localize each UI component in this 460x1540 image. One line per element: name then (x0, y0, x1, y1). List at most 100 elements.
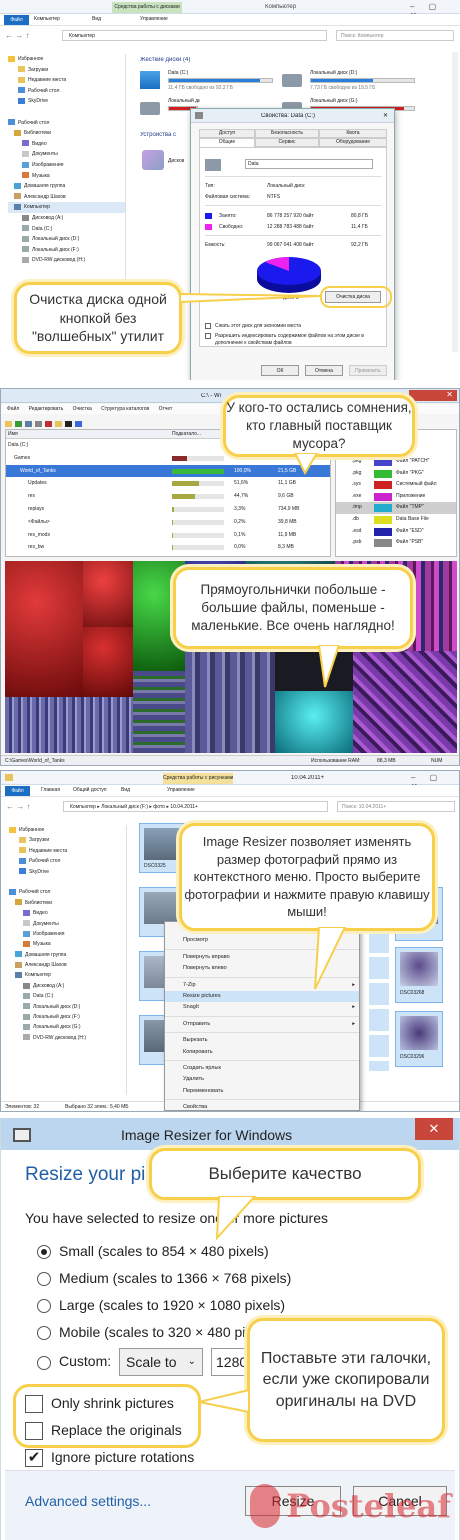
search-input[interactable]: Поиск: 10.04.2011+ (337, 801, 455, 812)
tab-view[interactable]: Вид (121, 787, 130, 793)
nav-item[interactable]: Библиотеки (8, 128, 125, 139)
drive-name-input[interactable]: Data (245, 159, 373, 169)
menu-report[interactable]: Отчет (159, 406, 173, 412)
drive-tile-c[interactable]: Data (C:) 11,4 ГБ свободно из 92,2 ГБ (140, 69, 280, 93)
nav-item[interactable]: Домашняя группа (8, 181, 125, 192)
nav-item[interactable]: Дисковод (A:) (9, 981, 126, 991)
radio-medium[interactable] (37, 1272, 51, 1287)
window-controls[interactable]: ✕ (409, 390, 457, 401)
group-header-devices[interactable]: Устройства с (140, 132, 176, 138)
tab-file[interactable]: Файл (5, 786, 30, 796)
size-medium[interactable]: Medium (scales to 1366 × 768 pixels) (37, 1265, 337, 1292)
ribbon-context-tab[interactable]: Средства работы с дисками (112, 2, 182, 13)
tree-row[interactable]: res_mods 0,1% 11,9 MB (6, 529, 330, 542)
menu-tree[interactable]: Структура каталогов (101, 406, 149, 412)
menu-item[interactable]: Переименовать (165, 1086, 359, 1097)
size-small[interactable]: Small (scales to 854 × 480 pixels) (37, 1238, 337, 1265)
legend-row[interactable]: .tmp Файл "TMP" (336, 502, 456, 514)
col-subtree[interactable]: Подкатало... (172, 431, 201, 437)
nav-item[interactable]: Компьютер (9, 970, 126, 980)
crumb[interactable]: Локальный диск (F:) (101, 804, 148, 810)
ok-button[interactable]: ОК (261, 365, 299, 376)
advanced-settings-link[interactable]: Advanced settings... (25, 1493, 151, 1509)
nav-item[interactable]: Рабочий стол (8, 86, 125, 97)
ribbon-context-tab[interactable]: Средства работы с рисунками (163, 773, 233, 784)
delete-icon[interactable] (45, 420, 52, 427)
nav-item[interactable]: Библиотеки (9, 898, 126, 908)
nav-item[interactable]: Рабочий стол (9, 856, 126, 866)
tree-row[interactable]: <Файлы> 0,2% 39,8 MB (6, 516, 330, 529)
nav-item[interactable]: Избранное (9, 825, 126, 835)
menu-cleanup[interactable]: Очистка (73, 406, 92, 412)
radio-small[interactable] (37, 1245, 51, 1260)
help-icon[interactable] (75, 420, 82, 427)
copy-icon[interactable] (35, 420, 42, 427)
nav-buttons[interactable]: ← → ↑ (6, 802, 30, 811)
nav-item[interactable]: Избранное (8, 54, 125, 65)
nav-item[interactable]: DVD-RW дисковод (H:) (9, 1033, 126, 1043)
thumb[interactable]: DSC03268 (395, 947, 443, 1003)
nav-item[interactable]: Музыка (9, 939, 126, 949)
legend-row[interactable]: .esd Файл "ESD" (336, 526, 456, 538)
nav-item[interactable]: Дисковод (A:) (8, 213, 125, 224)
drive-tile-d[interactable]: Локальный диск (D:) 7,73 ГБ свободно из … (282, 69, 422, 93)
nav-item[interactable]: Домашняя группа (9, 950, 126, 960)
explorer-icon[interactable] (55, 420, 62, 427)
menu-item[interactable]: Удалить (165, 1074, 359, 1085)
nav-item[interactable]: Рабочий стол (9, 887, 126, 897)
tab-home[interactable]: Главная (41, 787, 60, 793)
legend-row[interactable]: .db Data Base File (336, 514, 456, 526)
tree-row[interactable]: res_bw 0,0% 8,3 MB (6, 541, 330, 554)
nav-item[interactable]: Недавние места (9, 846, 126, 856)
nav-item[interactable]: Документы (9, 919, 126, 929)
tree-row[interactable]: res 44,7% 9,6 GB (6, 490, 330, 503)
legend-row[interactable]: .exe Приложение (336, 491, 456, 503)
col-name[interactable]: Имя (8, 431, 18, 437)
compress-checkbox[interactable] (205, 323, 211, 329)
tree-row[interactable]: replays 3,3% 734,9 MB (6, 503, 330, 516)
nav-item[interactable]: Рабочий стол (8, 118, 125, 129)
menu-item[interactable]: SnagIt ▸ (165, 1002, 359, 1013)
nav-item[interactable]: Изображения (9, 929, 126, 939)
close-icon[interactable]: ✕ (383, 112, 388, 119)
legend-row[interactable]: .pkg Файл "PATCH" (336, 456, 456, 468)
nav-item[interactable]: Загрузки (9, 835, 126, 845)
tab-sharing[interactable]: Доступ (199, 129, 255, 138)
custom-width-input[interactable]: 1280 (211, 1348, 251, 1376)
address-bar[interactable]: Компьютер (62, 30, 327, 41)
tab-security[interactable]: Безопасность (255, 129, 319, 138)
thumb[interactable]: DSC03296 (395, 1011, 443, 1067)
legend-row[interactable]: .pkg Файл "PKG" (336, 468, 456, 480)
menu-item-resize-pictures[interactable]: Resize pictures (165, 990, 359, 1003)
nav-item[interactable]: Музыка (8, 171, 125, 182)
nav-item[interactable]: Видео (8, 139, 125, 150)
nav-item[interactable]: Видео (9, 908, 126, 918)
radio-large[interactable] (37, 1299, 51, 1314)
tab-manage[interactable]: Управление (140, 16, 168, 22)
radio-custom[interactable] (37, 1355, 51, 1370)
nav-item[interactable]: Документы (8, 149, 125, 160)
nav-item[interactable]: Data (C:) (9, 991, 126, 1001)
check-rotation[interactable]: ✔ Ignore picture rotations (25, 1444, 225, 1471)
crumb[interactable]: Компьютер (70, 804, 96, 810)
tab-quota[interactable]: Квота (319, 129, 387, 138)
tab-hardware[interactable]: Оборудование (319, 138, 387, 147)
tab-share[interactable]: Общий доступ (73, 787, 107, 793)
search-input[interactable]: Поиск: Компьютер (336, 30, 454, 41)
open-icon[interactable] (5, 420, 12, 427)
nav-item[interactable]: Александр Шахов (9, 960, 126, 970)
nav-item[interactable]: Локальный диск (F:) (9, 1012, 126, 1022)
size-large[interactable]: Large (scales to 1920 × 1080 pixels) (37, 1292, 337, 1319)
menu-item[interactable]: Свойства (165, 1102, 359, 1111)
tab-manage[interactable]: Управление (167, 787, 195, 793)
nav-item-computer[interactable]: Компьютер (8, 202, 125, 213)
group-header-hdd[interactable]: Жесткие диски (4) (140, 57, 190, 63)
zoom-icon[interactable] (25, 420, 32, 427)
nav-item[interactable]: Загрузки (8, 65, 125, 76)
tab-computer[interactable]: Компьютер (34, 16, 60, 22)
refresh-icon[interactable] (15, 420, 22, 427)
cancel-button[interactable]: Отмена (305, 365, 343, 376)
nav-item[interactable]: SkyDrive (9, 867, 126, 877)
tree-row[interactable]: Updates 51,6% 11,1 GB (6, 477, 330, 490)
nav-buttons[interactable]: ← → ↑ (5, 31, 29, 40)
